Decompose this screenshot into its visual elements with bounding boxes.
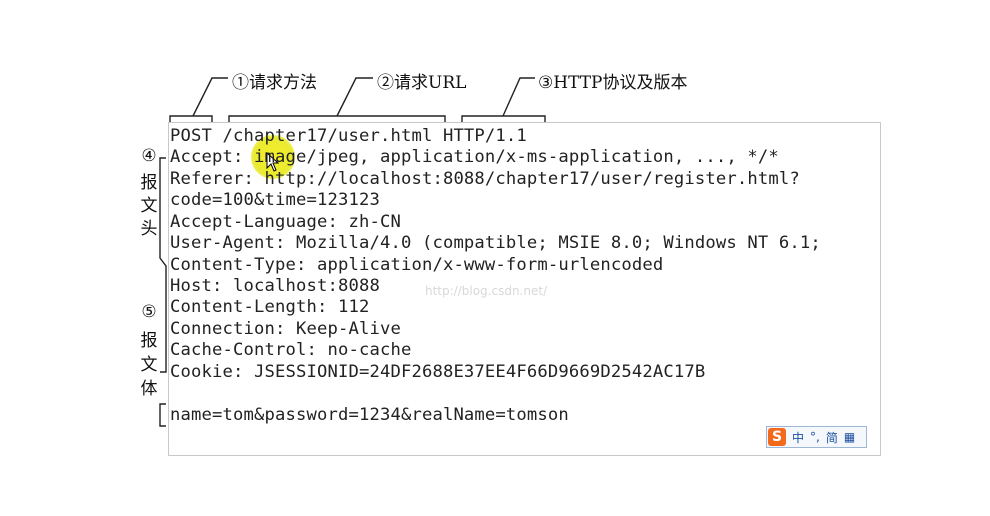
header-char-3: 头 (140, 219, 158, 239)
body-char-2: 文 (140, 355, 158, 375)
request-line-5: Accept-Language: zh-CN (170, 212, 401, 232)
ime-punctuation-toggle[interactable]: °, (810, 430, 820, 444)
request-body-line: name=tom&password=1234&realName=tomson (170, 405, 569, 425)
request-line-1: POST /chapter17/user.html HTTP/1.1 (170, 126, 527, 146)
watermark-text: http://blog.csdn.net/ (425, 284, 548, 298)
ime-simplified-toggle[interactable]: 简 (826, 429, 838, 446)
body-char-1: 报 (140, 331, 158, 351)
url-leader (336, 77, 373, 117)
request-line-2: Accept: image/jpeg, application/x-ms-app… (170, 147, 779, 167)
body-number: ⑤ (141, 302, 157, 322)
ime-toolbar[interactable]: S 中 °, 简 ▦ (766, 426, 867, 448)
header-char-2: 文 (140, 196, 158, 216)
request-line-8: Host: localhost:8088 (170, 276, 380, 296)
ime-language-toggle[interactable]: 中 (792, 429, 804, 446)
request-line-9: Content-Length: 112 (170, 297, 370, 317)
header-char-1: 报 (140, 173, 158, 193)
body-brace (159, 403, 166, 427)
request-line-6: User-Agent: Mozilla/4.0 (compatible; MSI… (170, 233, 821, 253)
request-line-10: Connection: Keep-Alive (170, 319, 401, 339)
request-line-4: code=100&time=123123 (170, 190, 380, 210)
ime-menu-grid-icon[interactable]: ▦ (844, 430, 855, 444)
request-line-12: Cookie: JSESSIONID=24DF2688E37EE4F66D966… (170, 362, 706, 382)
protocol-leader (502, 77, 535, 117)
request-line-7: Content-Type: application/x-www-form-url… (170, 255, 664, 275)
request-line-11: Cache-Control: no-cache (170, 340, 412, 360)
request-line-3: Referer: http://localhost:8088/chapter17… (170, 169, 800, 189)
body-char-3: 体 (140, 379, 158, 399)
header-brace (159, 157, 167, 373)
sogou-logo-icon[interactable]: S (768, 428, 786, 446)
method-leader (192, 77, 228, 117)
header-number: ④ (141, 146, 157, 166)
